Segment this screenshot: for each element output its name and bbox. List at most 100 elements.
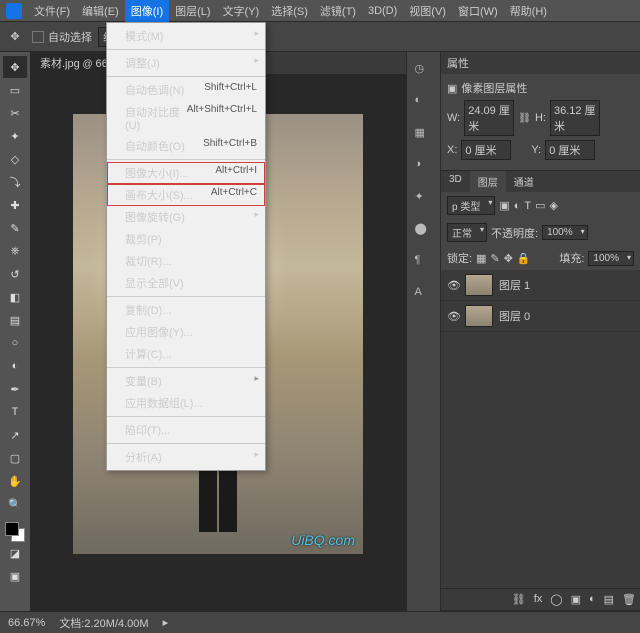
pen-tool[interactable]: ✒ [3,378,27,400]
link-layers-icon[interactable]: ⛓ [512,593,526,606]
layer-kind-dropdown[interactable]: p 类型 [447,196,495,215]
menu-item[interactable]: 计算(C)... [107,343,265,365]
layer-row[interactable]: 👁图层 0 [441,301,640,332]
menu-window[interactable]: 窗口(W) [452,0,504,22]
heal-tool[interactable]: ✚ [3,194,27,216]
layer-list: 👁图层 1👁图层 0 [441,270,640,588]
menu-item[interactable]: 应用图像(Y)... [107,321,265,343]
menu-image[interactable]: 图像(I) [125,0,169,22]
blend-mode-dropdown[interactable]: 正常 [447,223,487,242]
lock-trans-icon[interactable]: ▦ [476,252,486,265]
status-zoom[interactable]: 66.67% [8,617,45,629]
status-arrow-icon[interactable]: ▸ [163,616,169,629]
history-icon[interactable]: ◷ [415,62,433,80]
layer-row[interactable]: 👁图层 1 [441,270,640,301]
styles-icon[interactable]: ✦ [415,190,433,208]
y-label: Y: [531,144,541,156]
menu-item[interactable]: 调整(J) [107,52,265,74]
lasso-tool[interactable]: ✂ [3,102,27,124]
menu-layer[interactable]: 图层(L) [169,0,216,22]
new-group-icon[interactable]: ▣ [571,593,581,606]
tab-3d[interactable]: 3D [441,171,470,192]
auto-select-checkbox[interactable] [32,31,44,43]
menu-view[interactable]: 视图(V) [403,0,452,22]
crop-tool[interactable]: ◇ [3,148,27,170]
y-field[interactable]: 0 厘米 [545,140,595,160]
menu-item[interactable]: 自动颜色(O)Shift+Ctrl+B [107,135,265,157]
stamp-tool[interactable]: ⎈ [3,240,27,262]
path-tool[interactable]: ↗ [3,424,27,446]
height-label: H: [535,112,546,124]
filter-smart-icon[interactable]: ◈ [550,199,558,212]
layer-style-icon[interactable]: fx [534,593,543,606]
opacity-field[interactable]: 100% [542,225,588,240]
blur-tool[interactable]: ○ [3,332,27,354]
menu-file[interactable]: 文件(F) [28,0,76,22]
properties-subtitle: 像素图层属性 [461,80,527,96]
new-adj-icon[interactable]: ◐ [589,593,596,606]
height-field[interactable]: 36.12 厘米 [550,100,600,136]
layer-mask-icon[interactable]: ◯ [550,593,562,606]
lock-paint-icon[interactable]: ✎ [490,252,499,265]
menu-3d[interactable]: 3D(D) [362,2,403,20]
history-brush-tool[interactable]: ↺ [3,263,27,285]
eraser-tool[interactable]: ◧ [3,286,27,308]
x-field[interactable]: 0 厘米 [461,140,511,160]
filter-pixel-icon[interactable]: ▣ [499,199,509,212]
menu-item[interactable]: 复制(D)... [107,299,265,321]
menu-item[interactable]: 裁切(R)... [107,250,265,272]
brushes-icon[interactable]: ⬤ [415,222,433,240]
color-swatch[interactable] [5,522,25,542]
menu-edit[interactable]: 编辑(E) [76,0,125,22]
menu-item[interactable]: 分析(A) [107,446,265,468]
tab-channels[interactable]: 通道 [506,171,542,192]
filter-adj-icon[interactable]: ◐ [514,200,521,212]
menu-filter[interactable]: 滤镜(T) [314,0,362,22]
menu-item[interactable]: 画布大小(S)...Alt+Ctrl+C [107,184,265,206]
fill-field[interactable]: 100% [588,251,634,266]
tab-layers[interactable]: 图层 [470,171,506,192]
lock-label: 锁定: [447,250,472,266]
link-icon[interactable]: ⛓ [518,113,531,124]
info-icon[interactable]: ¶ [415,254,433,272]
menu-type[interactable]: 文字(Y) [217,0,266,22]
menu-item[interactable]: 图像旋转(G) [107,206,265,228]
screenmode-toggle[interactable]: ▣ [3,565,27,587]
quickmask-toggle[interactable]: ◪ [3,542,27,564]
eyedropper-tool[interactable]: ⤵ [3,171,27,193]
lock-all-icon[interactable]: 🔒 [517,252,531,265]
new-layer-icon[interactable]: ▤ [604,593,614,606]
char-icon[interactable]: A [415,286,433,304]
type-tool[interactable]: T [3,401,27,423]
marquee-tool[interactable]: ▭ [3,79,27,101]
menu-item[interactable]: 自动对比度(U)Alt+Shift+Ctrl+L [107,101,265,135]
filter-shape-icon[interactable]: ▭ [535,199,545,212]
visibility-icon[interactable]: 👁 [447,279,459,292]
properties-panel: 属性 ▣像素图层属性 W: 24.09 厘米 ⛓ H: 36.12 厘米 X: … [441,52,640,171]
status-bar: 66.67% 文档:2.20M/4.00M ▸ [0,611,640,633]
menu-item[interactable]: 自动色调(N)Shift+Ctrl+L [107,79,265,101]
menu-item[interactable]: 图像大小(I)...Alt+Ctrl+I [107,162,265,184]
adjustments-icon[interactable]: ◑ [415,158,433,176]
move-tool[interactable]: ✥ [3,56,27,78]
swatches-icon[interactable]: ▦ [415,126,433,144]
gradient-tool[interactable]: ▤ [3,309,27,331]
lock-pos-icon[interactable]: ✥ [504,252,513,265]
hand-tool[interactable]: ✋ [3,470,27,492]
delete-layer-icon[interactable]: 🗑 [622,593,636,606]
menu-help[interactable]: 帮助(H) [504,0,553,22]
menu-select[interactable]: 选择(S) [265,0,314,22]
width-field[interactable]: 24.09 厘米 [464,100,514,136]
opacity-label: 不透明度: [491,225,538,241]
shape-tool[interactable]: ▢ [3,447,27,469]
filter-type-icon[interactable]: T [524,200,531,212]
menu-item: 应用数据组(L)... [107,392,265,414]
wand-tool[interactable]: ✦ [3,125,27,147]
menu-item[interactable]: 模式(M) [107,25,265,47]
color-icon[interactable]: ◐ [415,94,433,112]
visibility-icon[interactable]: 👁 [447,310,459,323]
zoom-tool[interactable]: 🔍 [3,493,27,515]
brush-tool[interactable]: ✎ [3,217,27,239]
menu-item[interactable]: 显示全部(V) [107,272,265,294]
dodge-tool[interactable]: ◐ [3,355,27,377]
